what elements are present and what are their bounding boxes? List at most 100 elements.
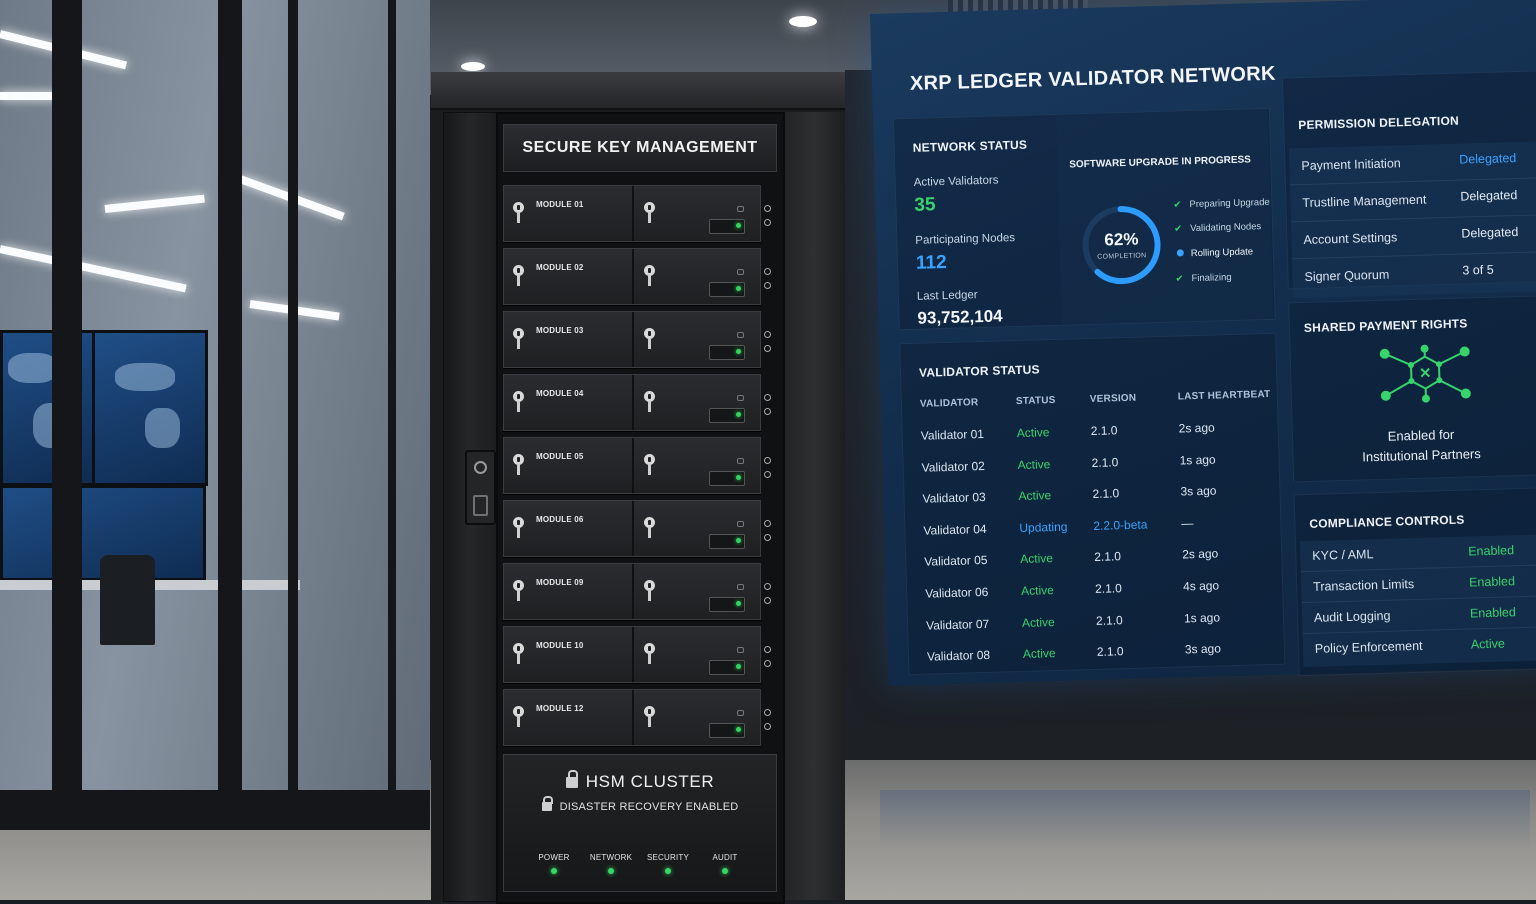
cabinet-header: SECURE KEY MANAGEMENT	[503, 124, 777, 172]
module-label: MODULE 10	[536, 641, 584, 650]
rail-screw	[764, 520, 771, 527]
validator-heartbeat-cell: 3s ago	[1180, 484, 1216, 499]
module-divider	[632, 501, 634, 556]
upgrade-step: ✔Finalizing	[1175, 272, 1231, 285]
keyhole-icon[interactable]	[513, 391, 524, 413]
lock-icon	[542, 802, 552, 811]
keyhole-icon[interactable]	[644, 706, 655, 728]
hsm-cabinet: SECURE KEY MANAGEMENT MODULE 01 MODULE 02…	[431, 72, 845, 900]
keyhole-icon[interactable]	[644, 580, 655, 602]
keyhole-icon[interactable]	[513, 328, 524, 350]
keyhole-icon[interactable]	[513, 265, 524, 287]
hsm-module[interactable]: MODULE 04	[503, 374, 761, 431]
rail-screw	[764, 646, 771, 653]
validator-status-cell: Active	[1021, 583, 1054, 598]
column-header-validator: VALIDATOR	[920, 397, 979, 410]
keyhole-icon[interactable]	[644, 328, 655, 350]
check-icon: ✔	[1173, 199, 1184, 210]
software-upgrade-heading: SOFTWARE UPGRADE IN PROGRESS	[1069, 154, 1251, 170]
cabinet-door-left	[443, 112, 497, 902]
keyhole-icon[interactable]	[644, 454, 655, 476]
module-indicator-icon	[737, 206, 744, 212]
module-divider	[632, 312, 634, 367]
status-led	[736, 727, 741, 732]
keyhole-icon[interactable]	[644, 265, 655, 287]
door-handle[interactable]	[465, 450, 496, 525]
validator-validator-cell: Validator 05	[924, 553, 988, 569]
module-status-panel	[709, 345, 745, 360]
keyhole-icon[interactable]	[644, 643, 655, 665]
check-icon: ✔	[1175, 273, 1186, 284]
hsm-module[interactable]: MODULE 12	[503, 689, 761, 746]
hsm-module[interactable]: MODULE 10	[503, 626, 761, 683]
status-led	[736, 475, 741, 480]
module-indicator-icon	[737, 647, 744, 653]
cabinet-top	[431, 72, 845, 110]
hsm-module[interactable]: MODULE 02	[503, 248, 761, 305]
permission-delegation-heading: PERMISSION DELEGATION	[1298, 114, 1459, 132]
participating-nodes-label: Participating Nodes	[915, 232, 1015, 247]
in-progress-dot-icon	[1177, 249, 1184, 256]
module-indicator-icon	[737, 458, 744, 464]
column-header-last-heartbeat: LAST HEARTBEAT	[1178, 389, 1271, 403]
keyhole-icon[interactable]	[513, 454, 524, 476]
keyhole-icon[interactable]	[513, 643, 524, 665]
module-indicator-icon	[737, 710, 744, 716]
audit-indicator: AUDIT	[695, 853, 755, 874]
shared-payment-line1: Enabled for	[1293, 424, 1536, 446]
module-indicator-icon	[737, 269, 744, 275]
software-upgrade-panel: SOFTWARE UPGRADE IN PROGRESS 62% COMPLET…	[1056, 109, 1274, 325]
module-label: MODULE 02	[536, 263, 584, 272]
hsm-cluster-panel: HSM CLUSTER DISASTER RECOVERY ENABLED PO…	[503, 754, 777, 892]
hsm-module[interactable]: MODULE 05	[503, 437, 761, 494]
validator-version-cell: 2.1.0	[1095, 581, 1122, 596]
keyhole-icon[interactable]	[513, 706, 524, 728]
keyhole-icon[interactable]	[513, 517, 524, 539]
hsm-module[interactable]: MODULE 09	[503, 563, 761, 620]
validator-validator-cell: Validator 03	[922, 490, 986, 506]
keyhole-icon[interactable]	[644, 517, 655, 539]
hsm-module[interactable]: MODULE 01	[503, 185, 761, 242]
module-indicator-icon	[737, 395, 744, 401]
lock-icon	[474, 461, 487, 474]
compliance-controls-heading: COMPLIANCE CONTROLS	[1309, 513, 1464, 531]
keyhole-icon[interactable]	[644, 391, 655, 413]
rail-screw	[764, 709, 771, 716]
module-status-panel	[709, 660, 745, 675]
module-indicator-icon	[737, 332, 744, 338]
security-indicator: SECURITY	[638, 853, 698, 874]
keyhole-icon[interactable]	[513, 202, 524, 224]
rail-screw	[764, 394, 771, 401]
hsm-module[interactable]: MODULE 06	[503, 500, 761, 557]
validator-table-body: Validator 01Active2.1.02s agoValidator 0…	[902, 412, 1284, 672]
validator-status-cell: Active	[1017, 457, 1050, 472]
rail-screw	[764, 597, 771, 604]
permission-list: Payment InitiationDelegated Trustline Ma…	[1289, 141, 1536, 298]
validator-status-heading: VALIDATOR STATUS	[919, 362, 1040, 379]
module-divider	[632, 375, 634, 430]
validator-version-cell: 2.1.0	[1094, 550, 1121, 565]
validator-validator-cell: Validator 06	[925, 585, 989, 601]
upgrade-percent: 62%	[1079, 229, 1164, 251]
handle-slot	[473, 495, 488, 516]
rail-screw	[764, 471, 771, 478]
shared-payment-rights-heading: SHARED PAYMENT RIGHTS	[1304, 316, 1468, 335]
background-chair	[100, 555, 155, 645]
keyhole-icon[interactable]	[513, 580, 524, 602]
validator-heartbeat-cell: 1s ago	[1184, 610, 1220, 625]
network-status-panel: NETWORK STATUS Active Validators 35 Part…	[893, 108, 1276, 330]
glass-wall	[0, 0, 430, 830]
column-header-status: STATUS	[1016, 395, 1056, 407]
validator-heartbeat-cell: —	[1181, 516, 1193, 530]
validator-heartbeat-cell: 2s ago	[1182, 547, 1218, 562]
validator-wall-display: XRP LEDGER VALIDATOR NETWORK NETWORK STA…	[870, 0, 1536, 686]
module-label: MODULE 06	[536, 515, 584, 524]
hsm-module[interactable]: MODULE 03	[503, 311, 761, 368]
validator-status-cell: Active	[1017, 425, 1050, 440]
validator-heartbeat-cell: 3s ago	[1185, 642, 1221, 657]
validator-status-cell: Updating	[1019, 519, 1067, 534]
status-led	[736, 223, 741, 228]
lock-icon	[566, 777, 578, 788]
keyhole-icon[interactable]	[644, 202, 655, 224]
network-status-heading: NETWORK STATUS	[913, 138, 1028, 155]
